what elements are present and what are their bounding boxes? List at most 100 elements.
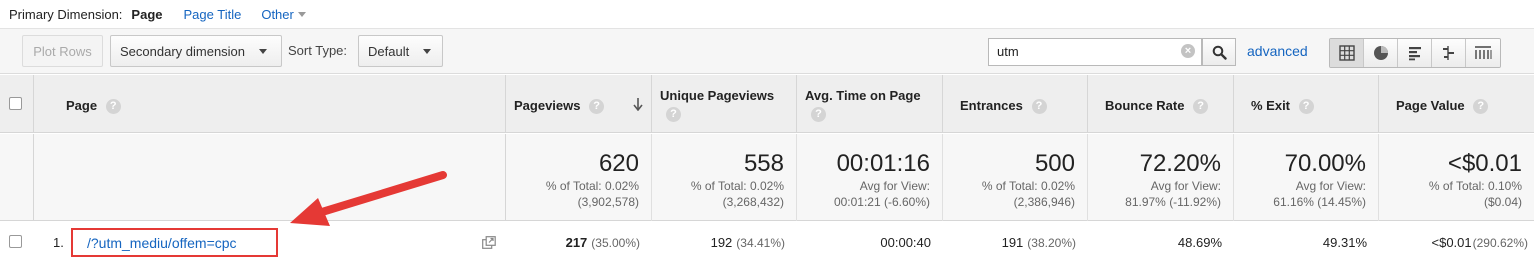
totals-checkbox-cell — [0, 134, 34, 221]
help-icon[interactable]: ? — [105, 99, 121, 115]
select-all-cell — [0, 75, 34, 133]
help-icon[interactable]: ? — [666, 107, 681, 123]
totals-page-cell — [34, 134, 506, 221]
row-avg-time-value: 00:00:40 — [880, 235, 931, 250]
totals-bounce-rate-view: 81.97% (-11.92%) — [1125, 195, 1221, 209]
totals-page-value-share: % of Total: 0.10% — [1428, 179, 1522, 193]
help-icon[interactable]: ? — [1473, 99, 1489, 115]
comparison-view-button[interactable] — [1432, 39, 1466, 67]
row-checkbox[interactable] — [9, 235, 22, 248]
sort-type-label: Sort Type: — [288, 43, 348, 58]
table-row: 1. /?utm_mediu/offem=cpc 217 (35.00%) 192… — [0, 222, 1534, 257]
table-header-row: Page ? Pageviews ? Unique Pageviews ? Av… — [0, 75, 1534, 133]
column-header-exit[interactable]: % Exit ? — [1234, 75, 1379, 133]
column-header-entrances-label: Entrances — [960, 98, 1023, 113]
help-icon[interactable]: ? — [1298, 99, 1314, 115]
help-icon[interactable]: ? — [1193, 99, 1209, 115]
table-search-input[interactable]: utm — [988, 38, 1202, 66]
column-header-avg-time-label: Avg. Time on Page — [805, 88, 921, 103]
plot-rows-button[interactable]: Plot Rows — [22, 35, 103, 67]
help-icon[interactable]: ? — [1031, 99, 1047, 115]
totals-entrances: 500 % of Total: 0.02% (2,386,946) — [943, 134, 1088, 221]
totals-entrances-value: 500 — [1034, 150, 1075, 177]
totals-entrances-total: (2,386,946) — [1013, 195, 1075, 209]
pivot-view-button[interactable] — [1466, 39, 1500, 67]
column-header-entrances[interactable]: Entrances ? — [943, 75, 1088, 133]
row-unique-pageviews-pct: (34.41%) — [736, 236, 785, 250]
performance-view-button[interactable] — [1398, 39, 1432, 67]
totals-exit-view: 61.16% (14.45%) — [1273, 195, 1366, 209]
totals-bounce-rate-label: Avg for View: — [1150, 179, 1221, 193]
row-page-value: <$0.01(290.62%) — [1379, 222, 1534, 257]
row-unique-pageviews: 192 (34.41%) — [652, 222, 797, 257]
column-header-bounce-rate-label: Bounce Rate — [1105, 98, 1185, 113]
totals-row: 620 % of Total: 0.02% (3,902,578) 558 % … — [0, 134, 1534, 221]
totals-entrances-share: % of Total: 0.02% — [981, 179, 1075, 193]
row-exit: 49.31% — [1234, 222, 1379, 257]
table-view-button[interactable] — [1330, 39, 1364, 67]
column-header-page[interactable]: Page ? — [34, 75, 506, 133]
column-header-page-label: Page — [66, 98, 98, 113]
column-header-bounce-rate[interactable]: Bounce Rate ? — [1088, 75, 1234, 133]
row-entrances: 191 (38.20%) — [943, 222, 1088, 257]
sort-type-dropdown[interactable]: Default — [358, 35, 443, 67]
totals-bounce-rate-value: 72.20% — [1139, 150, 1221, 177]
column-header-unique-pageviews-label: Unique Pageviews — [660, 88, 775, 103]
column-header-unique-pageviews[interactable]: Unique Pageviews ? — [652, 75, 797, 133]
dimension-other-label: Other — [261, 6, 294, 22]
column-header-exit-label: % Exit — [1251, 98, 1291, 113]
row-bounce-rate: 48.69% — [1088, 222, 1234, 257]
chevron-down-icon — [259, 48, 268, 54]
totals-avg-time-label: Avg for View: — [859, 179, 930, 193]
totals-bounce-rate: 72.20% Avg for View: 81.97% (-11.92%) — [1088, 134, 1234, 221]
column-header-page-value[interactable]: Page Value ? — [1379, 75, 1534, 133]
row-avg-time: 00:00:40 — [797, 222, 943, 257]
column-header-page-value-label: Page Value — [1396, 98, 1465, 113]
dimension-other-dropdown[interactable]: Other — [261, 7, 306, 22]
totals-page-value-value: <$0.01 — [1447, 150, 1522, 177]
sort-descending-icon[interactable] — [633, 97, 643, 111]
totals-unique-pageviews-total: (3,268,432) — [722, 195, 784, 209]
row-page-value-value: <$0.01 — [1431, 235, 1472, 250]
highlight-box: /?utm_mediu/offem=cpc — [71, 228, 278, 257]
totals-exit-value: 70.00% — [1284, 150, 1366, 177]
secondary-dimension-label: Secondary dimension — [120, 43, 246, 59]
column-header-pageviews[interactable]: Pageviews ? — [506, 75, 652, 133]
column-header-avg-time[interactable]: Avg. Time on Page ? — [797, 75, 943, 133]
open-page-icon[interactable] — [482, 236, 496, 249]
sort-type-value: Default — [368, 43, 410, 59]
row-index: 1. — [53, 235, 64, 250]
help-icon[interactable]: ? — [589, 99, 605, 115]
row-bounce-rate-value: 48.69% — [1177, 235, 1222, 250]
totals-unique-pageviews-share: % of Total: 0.02% — [690, 179, 784, 193]
totals-pageviews-share: % of Total: 0.02% — [545, 179, 639, 193]
primary-dimension-bar: Primary Dimension: Page Page Title Other — [0, 0, 1534, 28]
row-page-link[interactable]: /?utm_mediu/offem=cpc — [87, 235, 237, 251]
row-exit-value: 49.31% — [1322, 235, 1367, 250]
totals-page-value: <$0.01 % of Total: 0.10% ($0.04) — [1379, 134, 1534, 221]
select-all-checkbox[interactable] — [9, 97, 22, 110]
row-unique-pageviews-value: 192 — [710, 235, 733, 250]
dimension-page-title-link[interactable]: Page Title — [184, 7, 242, 22]
chevron-down-icon — [423, 48, 432, 54]
totals-avg-time-view: 00:01:21 (-6.60%) — [833, 195, 930, 209]
performance-icon — [1408, 47, 1421, 61]
view-toggle-group — [1329, 38, 1501, 68]
primary-dimension-label: Primary Dimension: — [9, 6, 123, 22]
help-icon[interactable]: ? — [811, 107, 826, 123]
pie-view-button[interactable] — [1364, 39, 1398, 67]
table-icon — [1338, 45, 1355, 61]
chevron-down-icon — [297, 11, 306, 17]
totals-exit: 70.00% Avg for View: 61.16% (14.45%) — [1234, 134, 1379, 221]
totals-page-value-total: ($0.04) — [1483, 195, 1522, 209]
table-toolbar: Plot Rows Secondary dimension Sort Type:… — [0, 28, 1534, 74]
dimension-page-selected[interactable]: Page — [131, 7, 162, 22]
advanced-filter-link[interactable]: advanced — [1247, 43, 1308, 59]
totals-unique-pageviews-value: 558 — [743, 150, 784, 177]
row-entrances-value: 191 — [1001, 235, 1024, 250]
totals-pageviews: 620 % of Total: 0.02% (3,902,578) — [506, 134, 652, 221]
search-button[interactable] — [1202, 38, 1236, 66]
secondary-dimension-dropdown[interactable]: Secondary dimension — [110, 35, 282, 67]
clear-search-icon[interactable]: × — [1181, 44, 1195, 58]
totals-unique-pageviews: 558 % of Total: 0.02% (3,268,432) — [652, 134, 797, 221]
